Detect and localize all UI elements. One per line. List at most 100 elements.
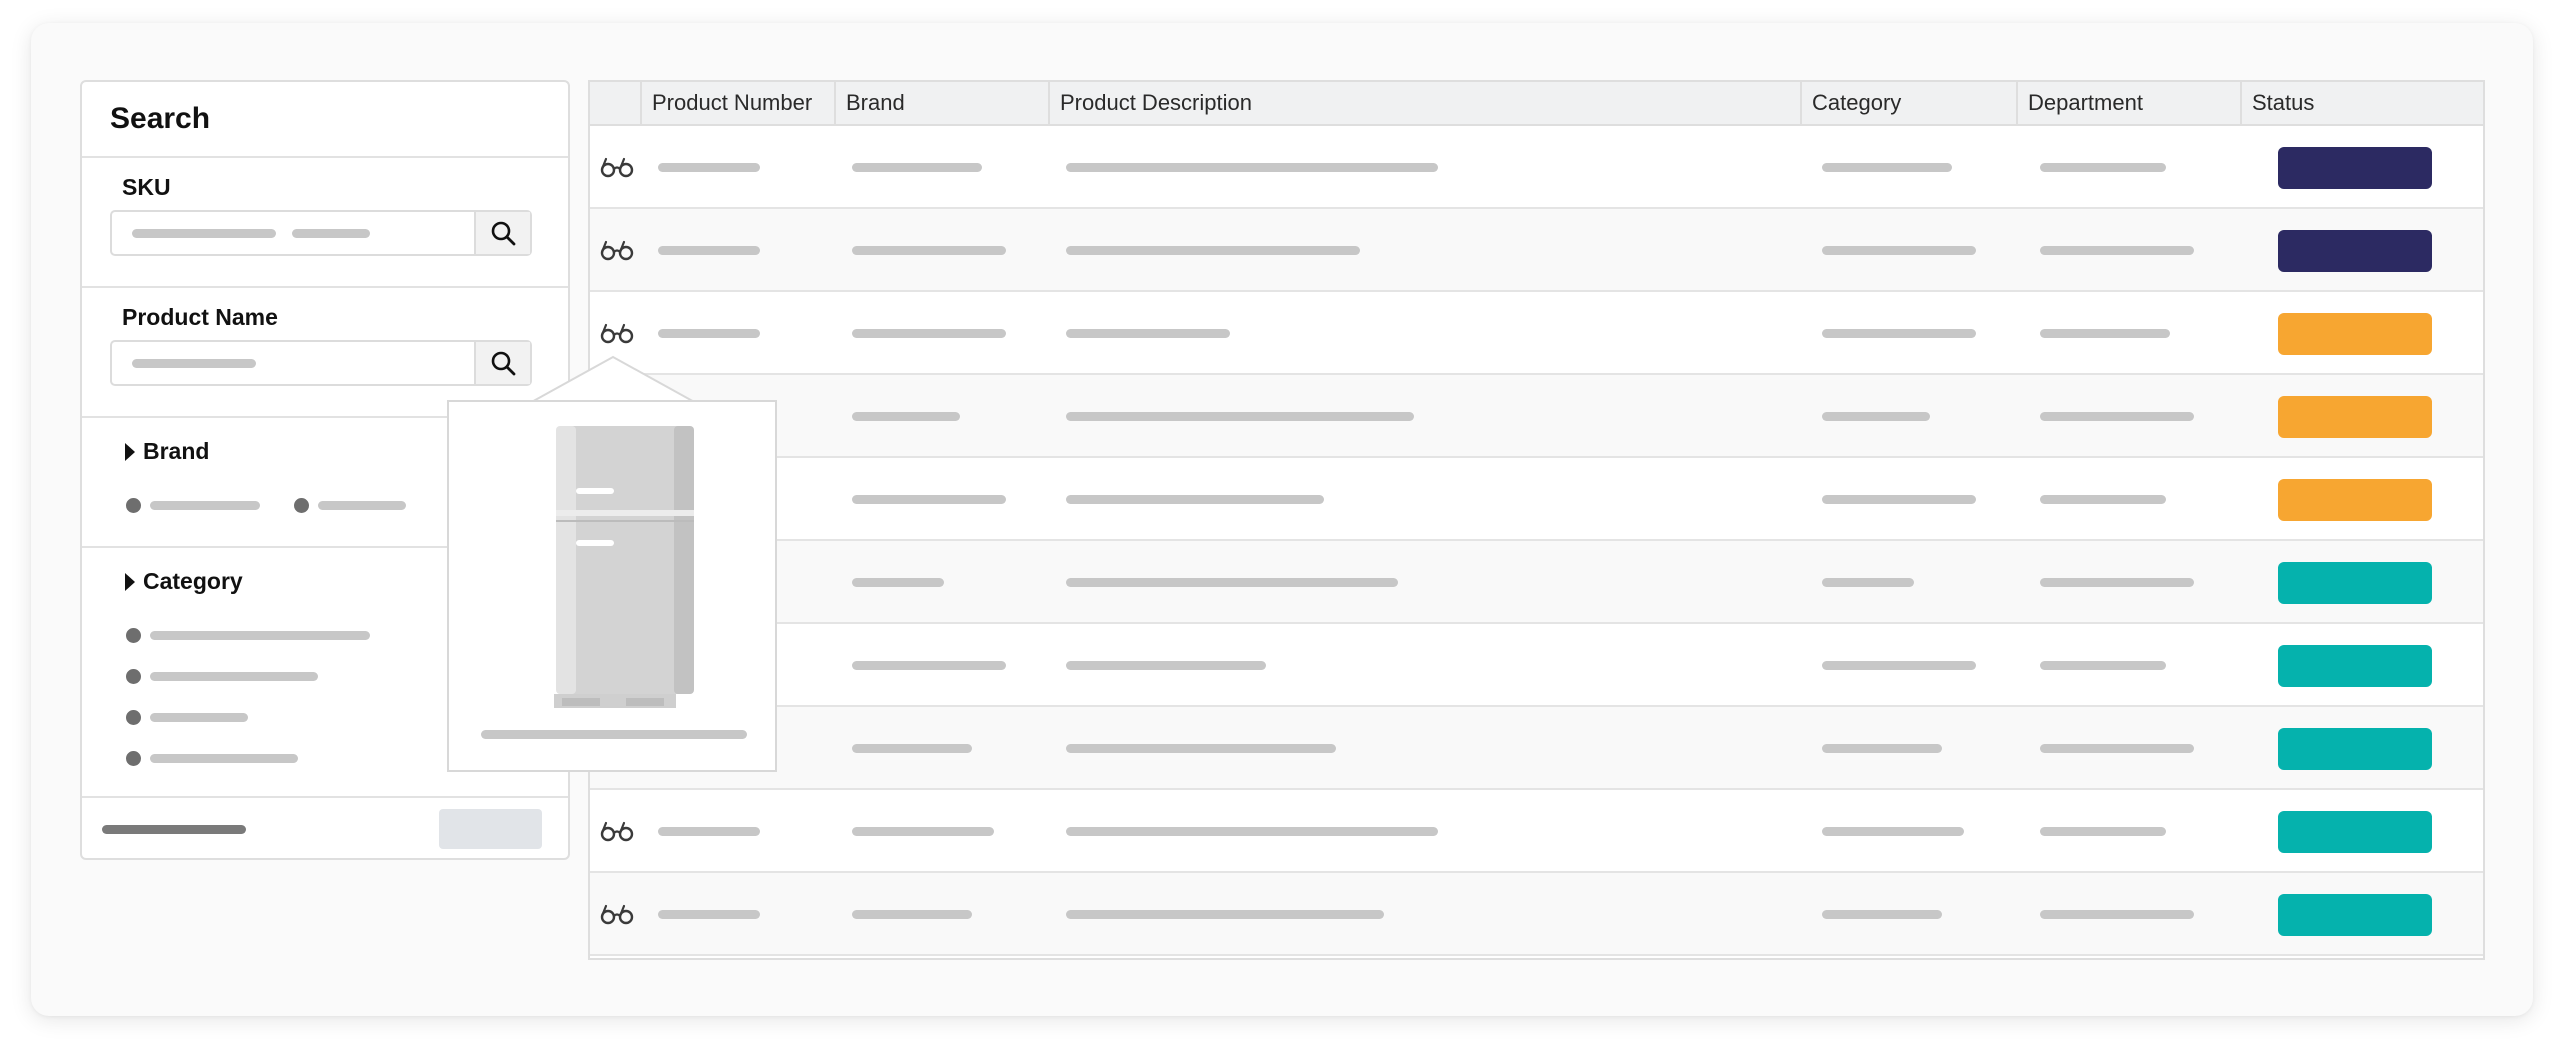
category-cell <box>1822 329 1976 338</box>
product-description-cell <box>1066 495 1324 504</box>
column-header-department[interactable]: Department <box>2016 82 2240 124</box>
glasses-icon[interactable] <box>600 239 634 261</box>
sku-input[interactable] <box>110 210 532 256</box>
category-label: Category <box>143 568 243 594</box>
product-number-cell <box>658 827 760 836</box>
preview-caption <box>481 730 747 739</box>
product-description-cell <box>1066 578 1398 587</box>
apply-button[interactable] <box>439 809 542 849</box>
category-cell <box>1822 827 1964 836</box>
product-description-cell <box>1066 744 1336 753</box>
brand-option-radio[interactable] <box>126 498 141 513</box>
department-cell <box>2040 329 2170 338</box>
brand-cell <box>852 412 960 421</box>
table-row[interactable] <box>590 375 2483 458</box>
category-cell <box>1822 246 1976 255</box>
sku-input-value <box>132 229 276 238</box>
product-name-label: Product Name <box>122 304 278 330</box>
refrigerator-icon <box>554 426 694 708</box>
category-cell <box>1822 578 1914 587</box>
status-badge <box>2278 396 2432 438</box>
category-option-label <box>150 754 298 763</box>
sku-search-button[interactable] <box>474 212 530 254</box>
product-description-cell <box>1066 827 1438 836</box>
caret-right-icon <box>125 572 135 591</box>
column-header-product-number[interactable]: Product Number <box>640 82 834 124</box>
table-row[interactable] <box>590 458 2483 541</box>
column-header-status[interactable]: Status <box>2240 82 2483 124</box>
status-badge <box>2278 230 2432 272</box>
brand-label: Brand <box>143 438 210 464</box>
category-cell <box>1822 163 1952 172</box>
table-row[interactable] <box>590 292 2483 375</box>
status-badge <box>2278 645 2432 687</box>
category-option-radio[interactable] <box>126 710 141 725</box>
department-cell <box>2040 744 2194 753</box>
category-cell <box>1822 495 1976 504</box>
category-option-label <box>150 631 370 640</box>
column-header-product-description[interactable]: Product Description <box>1048 82 1800 124</box>
product-number-cell <box>658 246 760 255</box>
brand-filter-toggle[interactable]: Brand <box>125 438 209 465</box>
brand-cell <box>852 495 1006 504</box>
column-header-view <box>590 82 640 124</box>
brand-cell <box>852 246 1006 255</box>
brand-cell <box>852 661 1006 670</box>
department-cell <box>2040 246 2194 255</box>
status-badge <box>2278 147 2432 189</box>
product-name-section: Product Name <box>82 288 568 418</box>
status-badge <box>2278 479 2432 521</box>
category-option-label <box>150 672 318 681</box>
product-name-input[interactable] <box>110 340 532 386</box>
search-icon <box>491 221 516 246</box>
column-header-category[interactable]: Category <box>1800 82 2016 124</box>
clear-filters-link[interactable] <box>102 825 246 834</box>
category-cell <box>1822 910 1942 919</box>
status-badge <box>2278 562 2432 604</box>
category-filter-toggle[interactable]: Category <box>125 568 243 595</box>
product-number-cell <box>658 329 760 338</box>
column-header-brand[interactable]: Brand <box>834 82 1048 124</box>
table-header: Product Number Brand Product Description… <box>590 82 2483 126</box>
table-row[interactable] <box>590 209 2483 292</box>
product-description-cell <box>1066 910 1384 919</box>
table-row[interactable] <box>590 790 2483 873</box>
category-option-radio[interactable] <box>126 669 141 684</box>
table-row[interactable] <box>590 873 2483 956</box>
table-row[interactable] <box>590 541 2483 624</box>
results-table: Product Number Brand Product Description… <box>588 80 2485 960</box>
product-name-search-button[interactable] <box>474 342 530 384</box>
glasses-icon[interactable] <box>600 156 634 178</box>
product-number-cell <box>658 163 760 172</box>
category-option-label <box>150 713 248 722</box>
category-cell <box>1822 661 1976 670</box>
glasses-icon[interactable] <box>600 903 634 925</box>
brand-option-label <box>318 501 406 510</box>
glasses-icon[interactable] <box>600 322 634 344</box>
department-cell <box>2040 495 2166 504</box>
table-row[interactable] <box>590 707 2483 790</box>
product-description-cell <box>1066 412 1414 421</box>
product-number-cell <box>658 910 760 919</box>
product-description-cell <box>1066 163 1438 172</box>
product-name-input-value <box>132 359 256 368</box>
brand-cell <box>852 578 944 587</box>
department-cell <box>2040 910 2194 919</box>
search-icon <box>491 351 516 376</box>
category-cell <box>1822 744 1942 753</box>
category-option-radio[interactable] <box>126 628 141 643</box>
glasses-icon[interactable] <box>600 820 634 842</box>
sku-section: SKU <box>82 158 568 288</box>
department-cell <box>2040 661 2166 670</box>
brand-option-label <box>150 501 260 510</box>
brand-cell <box>852 827 994 836</box>
product-preview-popover <box>447 400 777 772</box>
category-option-radio[interactable] <box>126 751 141 766</box>
status-badge <box>2278 811 2432 853</box>
department-cell <box>2040 578 2194 587</box>
table-row[interactable] <box>590 624 2483 707</box>
department-cell <box>2040 827 2166 836</box>
status-badge <box>2278 894 2432 936</box>
brand-option-radio[interactable] <box>294 498 309 513</box>
table-row[interactable] <box>590 126 2483 209</box>
